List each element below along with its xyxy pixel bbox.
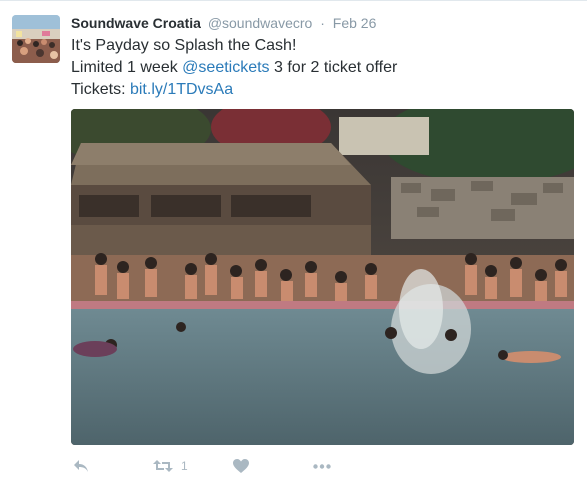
tweet-photo[interactable] [71, 109, 574, 445]
tweet-text: It's Payday so Splash the Cash! Limited … [71, 35, 571, 101]
reply-icon [74, 460, 88, 472]
author-handle[interactable]: @soundwavecro [208, 15, 313, 31]
heart-icon [233, 458, 249, 473]
avatar[interactable] [12, 15, 60, 63]
like-button[interactable] [233, 455, 249, 477]
mention-link[interactable]: @seetickets [182, 59, 269, 76]
retweet-button[interactable]: 1 [153, 455, 188, 477]
author-name[interactable]: Soundwave Croatia [71, 15, 201, 31]
tweet-line-1: It's Payday so Splash the Cash! [71, 37, 297, 54]
tweet-line-2-suffix: 3 for 2 ticket offer [269, 59, 398, 76]
tweet-line-3-prefix: Tickets: [71, 81, 130, 98]
tweet-timestamp[interactable]: Feb 26 [333, 15, 377, 31]
photo-illustration [71, 109, 574, 445]
ticket-url-link[interactable]: bit.ly/1TDvsAa [130, 81, 233, 98]
tweet-line-3: Tickets: bit.ly/1TDvsAa [71, 79, 571, 101]
tweet-actions: 1 [71, 455, 471, 479]
more-button[interactable] [313, 455, 331, 477]
reply-button[interactable] [73, 455, 89, 477]
header-separator: · [320, 15, 325, 31]
avatar-image [12, 15, 60, 63]
retweet-count: 1 [181, 459, 188, 473]
tweet-line-2-prefix: Limited 1 week [71, 59, 183, 76]
tweet-header: Soundwave Croatia @soundwavecro · Feb 26 [71, 14, 376, 32]
more-icon [313, 463, 331, 469]
tweet-line-2: Limited 1 week @seetickets 3 for 2 ticke… [71, 57, 571, 79]
retweet-icon [153, 460, 173, 472]
tweet-card[interactable]: Soundwave Croatia @soundwavecro · Feb 26… [0, 0, 587, 487]
